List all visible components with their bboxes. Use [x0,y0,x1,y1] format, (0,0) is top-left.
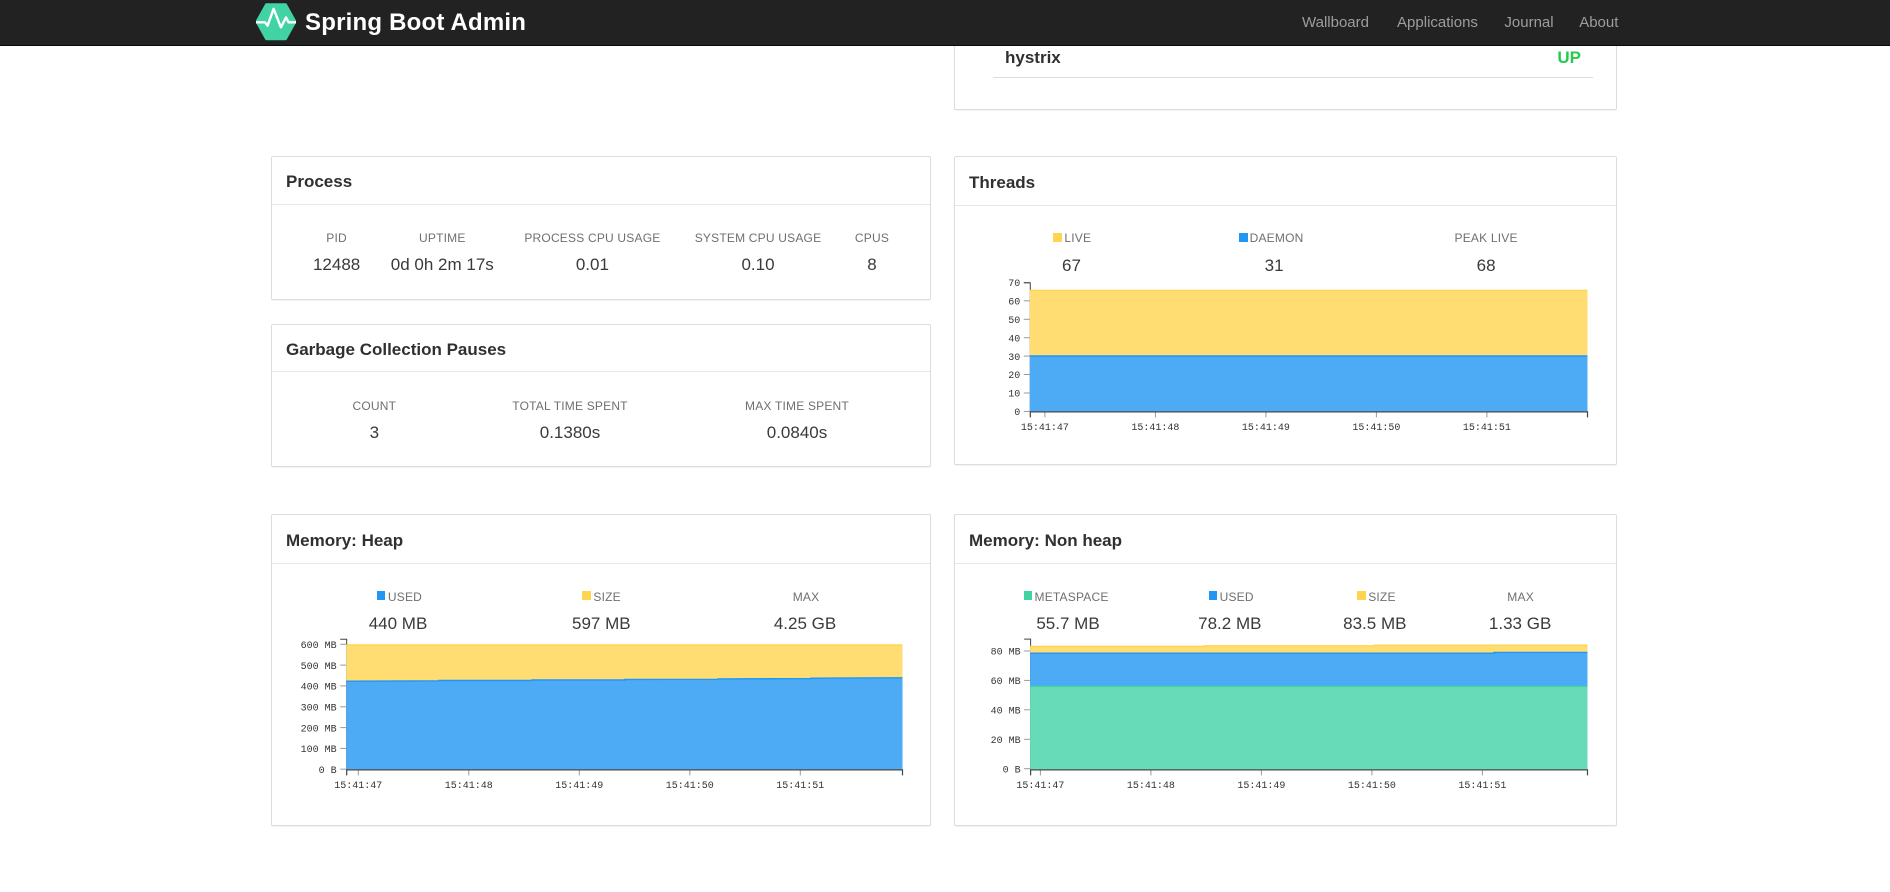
svg-text:15:41:49: 15:41:49 [555,781,603,792]
svg-text:15:41:50: 15:41:50 [666,781,714,792]
svg-text:15:41:51: 15:41:51 [1458,781,1506,792]
svg-text:15:41:51: 15:41:51 [1463,423,1511,434]
svg-text:15:41:49: 15:41:49 [1237,781,1285,792]
svg-text:15:41:48: 15:41:48 [1127,781,1175,792]
svg-text:0 B: 0 B [319,766,337,777]
svg-text:0: 0 [1014,408,1020,419]
svg-text:15:41:48: 15:41:48 [1131,423,1179,434]
svg-text:40: 40 [1008,334,1020,345]
svg-text:15:41:48: 15:41:48 [445,781,493,792]
svg-text:300 MB: 300 MB [301,704,337,715]
svg-text:40 MB: 40 MB [991,707,1021,718]
svg-text:60 MB: 60 MB [991,677,1021,688]
svg-text:0 B: 0 B [1003,765,1021,776]
svg-text:70: 70 [1008,279,1020,290]
svg-text:10: 10 [1008,390,1020,401]
svg-text:100 MB: 100 MB [301,745,337,756]
svg-text:600 MB: 600 MB [301,641,337,652]
svg-text:15:41:47: 15:41:47 [334,781,382,792]
svg-text:80 MB: 80 MB [991,648,1021,659]
svg-text:30: 30 [1008,353,1020,364]
svg-text:15:41:50: 15:41:50 [1352,423,1400,434]
svg-text:50: 50 [1008,316,1020,327]
svg-text:15:41:49: 15:41:49 [1242,423,1290,434]
svg-text:400 MB: 400 MB [301,683,337,694]
svg-text:15:41:50: 15:41:50 [1348,781,1396,792]
svg-text:20 MB: 20 MB [991,736,1021,747]
svg-text:20: 20 [1008,371,1020,382]
svg-text:15:41:47: 15:41:47 [1021,423,1069,434]
svg-text:60: 60 [1008,298,1020,309]
svg-text:15:41:47: 15:41:47 [1016,781,1064,792]
svg-text:500 MB: 500 MB [301,662,337,673]
svg-text:15:41:51: 15:41:51 [776,781,824,792]
svg-text:200 MB: 200 MB [301,724,337,735]
